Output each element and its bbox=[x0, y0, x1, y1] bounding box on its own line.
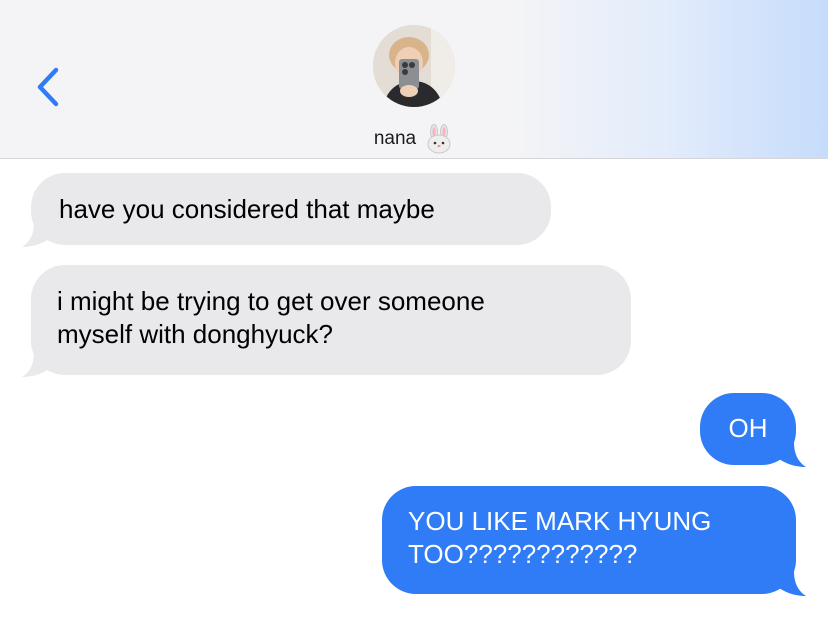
contact-avatar[interactable] bbox=[373, 25, 455, 107]
bubble-tail bbox=[22, 222, 50, 247]
contact-name: nana bbox=[373, 128, 417, 149]
bubble-tail bbox=[778, 442, 806, 467]
message-line: TOO???????????? bbox=[408, 539, 638, 569]
message-line: YOU LIKE MARK HYUNG bbox=[408, 506, 712, 536]
avatar-photo bbox=[373, 25, 455, 107]
contact-name-row[interactable]: nana bbox=[0, 124, 828, 154]
conversation-header: nana bbox=[0, 0, 828, 159]
bubble-tail bbox=[22, 352, 50, 377]
message-bubble-outgoing[interactable]: YOU LIKE MARK HYUNG TOO???????????? bbox=[382, 486, 796, 594]
rabbit-face-icon bbox=[427, 124, 451, 154]
message-text: OH bbox=[728, 413, 768, 443]
bubble-tail bbox=[778, 571, 806, 596]
message-text: have you considered that maybe bbox=[59, 194, 435, 224]
chevron-left-icon bbox=[37, 67, 59, 107]
message-line: myself with donghyuck? bbox=[57, 319, 334, 349]
message-bubble-incoming[interactable]: i might be trying to get over someone my… bbox=[31, 265, 631, 375]
message-line: i might be trying to get over someone bbox=[57, 286, 485, 316]
back-button[interactable] bbox=[28, 64, 68, 110]
message-bubble-incoming[interactable]: have you considered that maybe bbox=[31, 173, 551, 245]
